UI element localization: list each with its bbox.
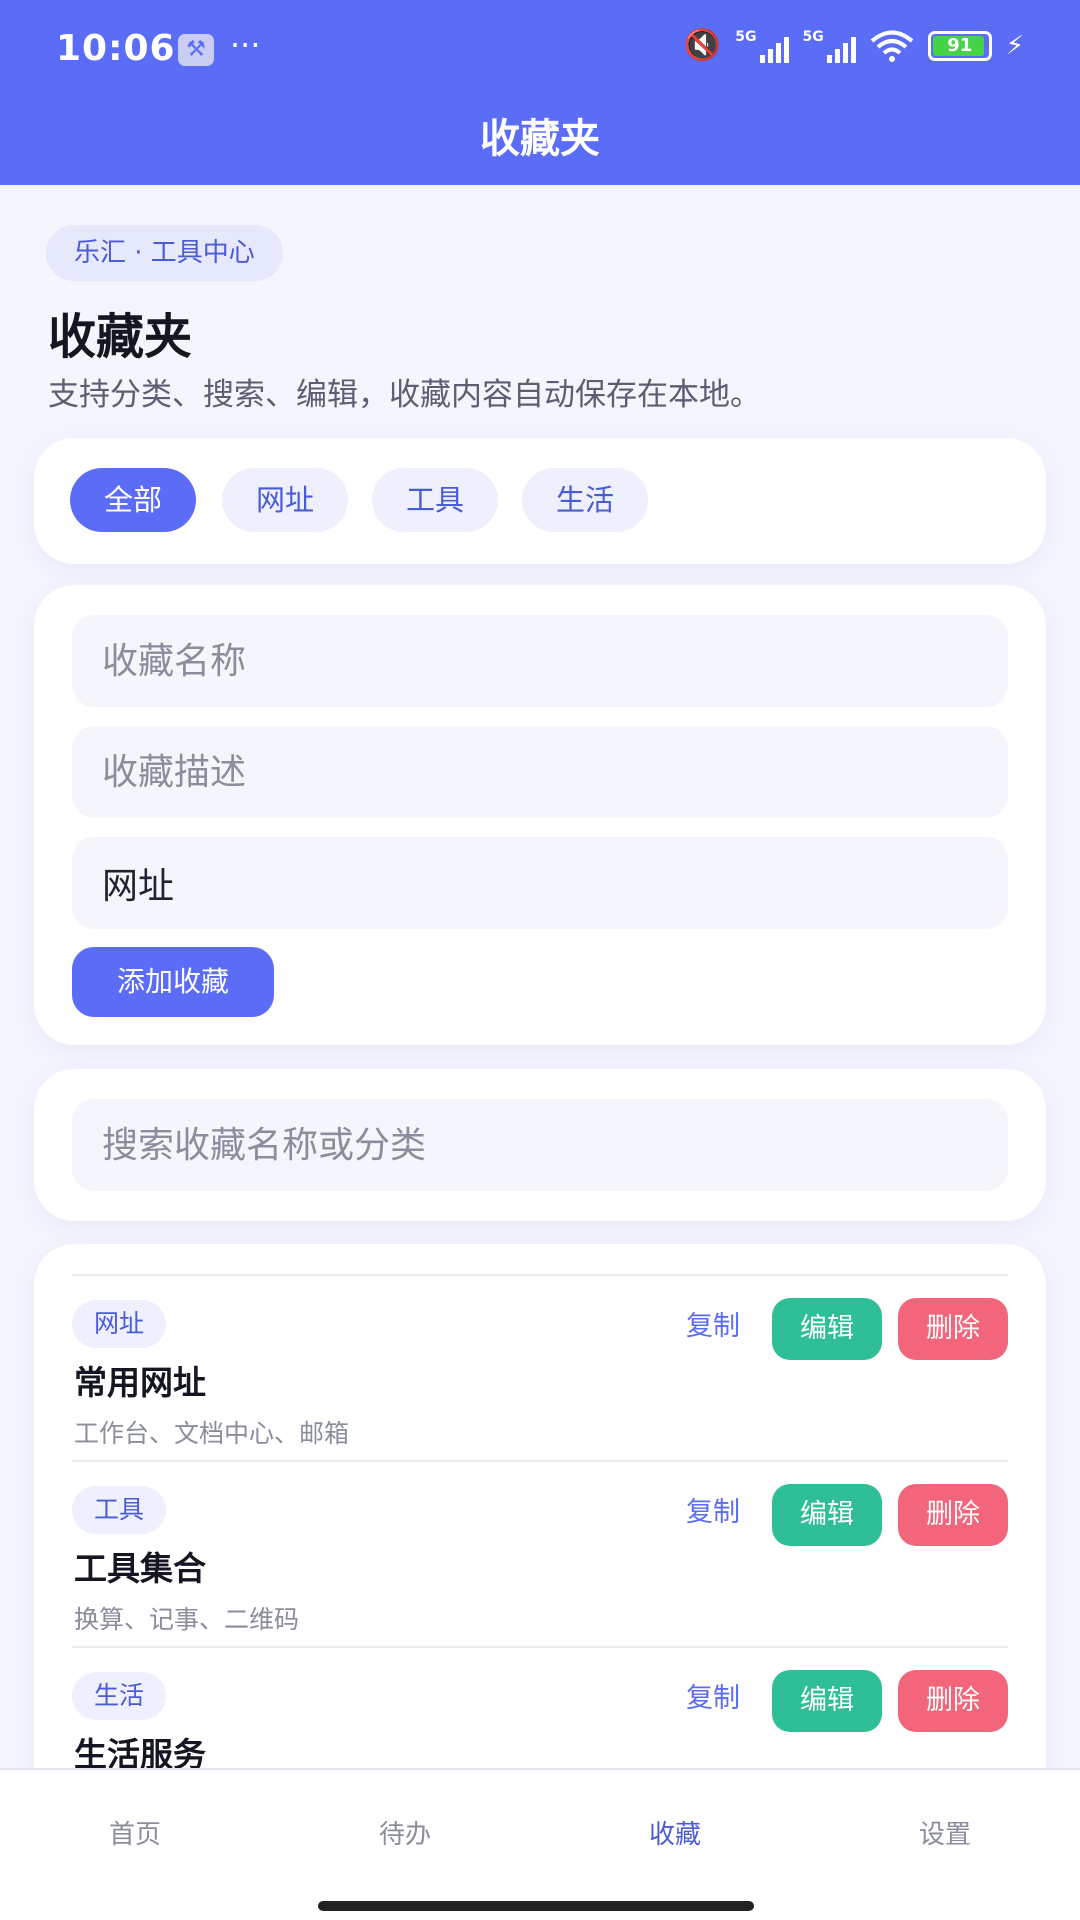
more-notifications-icon: ··· bbox=[230, 26, 261, 64]
filter-chip-life[interactable]: 生活 bbox=[522, 468, 648, 532]
copy-button[interactable]: 复制 bbox=[686, 1676, 740, 1715]
item-name: 常用网址 bbox=[74, 1363, 206, 1402]
tab-todo[interactable]: 待办 bbox=[270, 1814, 540, 1851]
status-bar: 10:06 ⚒ ··· 🔇 5G 5G 91 ⚡ bbox=[0, 0, 1080, 100]
item-description: 工作台、文档中心、邮箱 bbox=[74, 1419, 350, 1448]
status-time: 10:06 bbox=[56, 28, 176, 69]
charging-icon: ⚡ bbox=[1005, 30, 1024, 61]
copy-button[interactable]: 复制 bbox=[686, 1304, 740, 1343]
main-content[interactable]: 乐汇 · 工具中心 收藏夹 支持分类、搜索、编辑，收藏内容自动保存在本地。 全部… bbox=[0, 185, 1080, 1768]
wifi-icon bbox=[870, 30, 914, 62]
app-header: 10:06 ⚒ ··· 🔇 5G 5G 91 ⚡ 收藏夹 bbox=[0, 0, 1080, 185]
home-indicator[interactable] bbox=[318, 1901, 754, 1911]
category-filter-card: 全部 网址 工具 生活 bbox=[34, 438, 1046, 564]
search-input[interactable] bbox=[72, 1099, 1008, 1191]
favorites-list: 网址 复制 编辑 删除 常用网址 工作台、文档中心、邮箱 工具 复制 编辑 删除… bbox=[34, 1244, 1046, 1768]
battery-level: 91 bbox=[947, 35, 973, 56]
delete-button[interactable]: 删除 bbox=[898, 1298, 1008, 1360]
filter-chip-url[interactable]: 网址 bbox=[222, 468, 348, 532]
copy-button[interactable]: 复制 bbox=[686, 1490, 740, 1529]
list-item: 工具 复制 编辑 删除 工具集合 换算、记事、二维码 bbox=[72, 1460, 1008, 1646]
edit-button[interactable]: 编辑 bbox=[772, 1298, 882, 1360]
section-heading: 收藏夹 bbox=[48, 309, 193, 365]
delete-button[interactable]: 删除 bbox=[898, 1484, 1008, 1546]
wrench-icon: ⚒ bbox=[178, 34, 214, 66]
add-favorite-form: 添加收藏 bbox=[34, 585, 1046, 1045]
filter-chip-all[interactable]: 全部 bbox=[70, 468, 196, 532]
section-description: 支持分类、搜索、编辑，收藏内容自动保存在本地。 bbox=[48, 377, 761, 413]
category-badge: 生活 bbox=[72, 1672, 167, 1720]
battery-icon: 91 bbox=[927, 30, 992, 61]
search-card bbox=[34, 1069, 1046, 1221]
favorite-description-input[interactable] bbox=[72, 726, 1008, 818]
item-name: 生活服务 bbox=[74, 1735, 206, 1768]
edit-button[interactable]: 编辑 bbox=[772, 1670, 882, 1732]
status-icons: 🔇 5G 5G 91 ⚡ bbox=[684, 28, 1024, 63]
favorite-category-input[interactable] bbox=[72, 837, 1008, 929]
cellular-signal-icon-2: 5G bbox=[803, 29, 856, 63]
tab-favorites[interactable]: 收藏 bbox=[540, 1814, 810, 1851]
edit-button[interactable]: 编辑 bbox=[772, 1484, 882, 1546]
brand-tag: 乐汇 · 工具中心 bbox=[46, 225, 283, 281]
tab-settings[interactable]: 设置 bbox=[810, 1814, 1080, 1851]
category-badge: 网址 bbox=[72, 1300, 167, 1348]
cellular-signal-icon-1: 5G bbox=[735, 29, 789, 63]
delete-button[interactable]: 删除 bbox=[898, 1670, 1008, 1732]
bottom-tab-bar: 首页 待办 收藏 设置 bbox=[0, 1768, 1080, 1920]
page-title: 收藏夹 bbox=[480, 116, 600, 162]
item-description: 换算、记事、二维码 bbox=[74, 1605, 300, 1634]
tab-home[interactable]: 首页 bbox=[0, 1814, 270, 1851]
favorite-name-input[interactable] bbox=[72, 615, 1008, 707]
category-badge: 工具 bbox=[72, 1486, 167, 1534]
filter-chip-tools[interactable]: 工具 bbox=[372, 468, 498, 532]
list-item: 网址 复制 编辑 删除 常用网址 工作台、文档中心、邮箱 bbox=[72, 1274, 1008, 1460]
item-name: 工具集合 bbox=[74, 1549, 206, 1588]
list-item: 生活 复制 编辑 删除 生活服务 bbox=[72, 1646, 1008, 1768]
mute-vibrate-icon: 🔇 bbox=[683, 28, 722, 63]
add-favorite-button[interactable]: 添加收藏 bbox=[72, 947, 274, 1017]
